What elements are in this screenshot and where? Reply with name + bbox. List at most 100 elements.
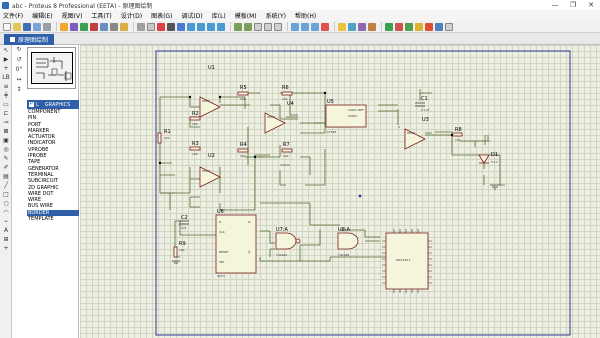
line-icon[interactable]: ╱ bbox=[2, 182, 10, 189]
schematic-canvas[interactable]: U1 OP07 U2 OP07 U3 OP07 U4 OP07 U5 LF398… bbox=[80, 45, 600, 338]
subcircuit-icon[interactable]: ▭ bbox=[2, 101, 10, 108]
undo-icon[interactable] bbox=[234, 22, 242, 31]
menu-debug[interactable]: 调试(D) bbox=[181, 11, 202, 20]
tab-schematic-capture[interactable]: 原理图绘制 bbox=[4, 34, 55, 45]
origin-icon[interactable] bbox=[157, 22, 165, 31]
generator-icon[interactable]: ◎ bbox=[2, 146, 10, 153]
path-icon[interactable]: ⌁ bbox=[2, 218, 10, 225]
packaging-tool-icon[interactable] bbox=[358, 22, 366, 31]
3d-view-icon[interactable] bbox=[90, 22, 98, 31]
overview-window[interactable] bbox=[27, 47, 76, 89]
current-probe-icon[interactable]: ✐ bbox=[2, 164, 10, 171]
c1-capacitor[interactable] bbox=[415, 102, 425, 107]
netlist-icon[interactable] bbox=[435, 22, 443, 31]
new-sheet-icon[interactable] bbox=[415, 22, 423, 31]
zoom-all-icon[interactable] bbox=[207, 22, 215, 31]
open-folder-icon[interactable] bbox=[13, 22, 21, 31]
buses-icon[interactable]: ╪ bbox=[2, 92, 10, 99]
text-script-icon[interactable]: ≡ bbox=[2, 83, 10, 90]
pick-button[interactable]: P bbox=[29, 102, 34, 107]
design-explorer-icon[interactable] bbox=[445, 22, 453, 31]
device-pins-icon[interactable]: ⊸ bbox=[2, 119, 10, 126]
redo-icon[interactable] bbox=[244, 22, 252, 31]
pick-device-icon[interactable] bbox=[338, 22, 346, 31]
terminals-icon[interactable]: ⊏ bbox=[2, 110, 10, 117]
library-button[interactable]: L bbox=[36, 102, 39, 108]
source-code-icon[interactable] bbox=[120, 22, 128, 31]
symbol-icon[interactable]: ⊞ bbox=[2, 236, 10, 243]
save-icon[interactable] bbox=[23, 22, 31, 31]
pan-icon[interactable] bbox=[177, 22, 185, 31]
r5-resistor[interactable] bbox=[237, 91, 249, 96]
block-move-icon[interactable] bbox=[301, 22, 309, 31]
search-tag-icon[interactable] bbox=[395, 22, 403, 31]
component-mode-icon[interactable]: ▶ bbox=[2, 56, 10, 63]
home-icon[interactable] bbox=[60, 22, 68, 31]
block-copy-icon[interactable] bbox=[291, 22, 299, 31]
zoom-out-icon[interactable] bbox=[197, 22, 205, 31]
c2-capacitor[interactable] bbox=[179, 220, 189, 225]
paste-icon[interactable] bbox=[274, 22, 282, 31]
u7-nand-gate[interactable] bbox=[275, 232, 297, 250]
make-device-icon[interactable] bbox=[348, 22, 356, 31]
r7-resistor[interactable] bbox=[281, 148, 293, 153]
maximize-button[interactable]: ❐ bbox=[564, 0, 582, 10]
close-project-icon[interactable] bbox=[43, 22, 51, 31]
property-assignment-icon[interactable] bbox=[405, 22, 413, 31]
virtual-instruments-icon[interactable]: ▤ bbox=[2, 173, 10, 180]
mirror-horizontal-icon[interactable]: ↔ bbox=[13, 76, 25, 84]
voltage-probe-icon[interactable]: ✎ bbox=[2, 155, 10, 162]
r6-resistor[interactable] bbox=[281, 91, 293, 96]
close-button[interactable]: ✕ bbox=[582, 0, 600, 10]
rotation-value[interactable]: 0° bbox=[13, 66, 25, 74]
wire-label-icon[interactable]: LB bbox=[2, 74, 10, 81]
menu-help[interactable]: 帮助(H) bbox=[295, 11, 316, 20]
box-icon[interactable]: □ bbox=[2, 191, 10, 198]
list-item[interactable]: TEMPLATE bbox=[27, 216, 79, 222]
menu-system[interactable]: 系统(Y) bbox=[266, 11, 286, 20]
rotate-clockwise-icon[interactable]: ↻ bbox=[13, 46, 25, 54]
menu-file[interactable]: 文件(F) bbox=[3, 11, 23, 20]
u8-and-gate[interactable] bbox=[337, 232, 359, 250]
tape-recorder-icon[interactable]: ▣ bbox=[2, 137, 10, 144]
new-file-icon[interactable] bbox=[3, 22, 11, 31]
graph-icon[interactable]: ⊠ bbox=[2, 128, 10, 135]
r4-resistor[interactable] bbox=[237, 148, 249, 153]
remove-sheet-icon[interactable] bbox=[425, 22, 433, 31]
circle-icon[interactable]: ○ bbox=[2, 200, 10, 207]
text-icon[interactable]: A bbox=[2, 227, 10, 234]
r2-resistor[interactable] bbox=[189, 116, 201, 121]
schematic-icon[interactable] bbox=[70, 22, 78, 31]
menu-template[interactable]: 模板(M) bbox=[235, 11, 257, 20]
menu-library[interactable]: 库(L) bbox=[212, 11, 226, 20]
d1-zener[interactable] bbox=[478, 154, 490, 164]
menu-graph[interactable]: 图表(G) bbox=[151, 11, 172, 20]
marker-icon[interactable]: + bbox=[2, 245, 10, 252]
zoom-area-icon[interactable] bbox=[217, 22, 225, 31]
block-rotate-icon[interactable] bbox=[311, 22, 319, 31]
import-icon[interactable] bbox=[33, 22, 41, 31]
gerber-icon[interactable] bbox=[100, 22, 108, 31]
cut-icon[interactable] bbox=[254, 22, 262, 31]
menu-design[interactable]: 设计(D) bbox=[121, 11, 142, 20]
r8-resistor[interactable] bbox=[451, 132, 463, 137]
menu-edit[interactable]: 编辑(E) bbox=[32, 11, 52, 20]
bom-icon[interactable] bbox=[110, 22, 118, 31]
minimize-button[interactable]: — bbox=[546, 0, 564, 10]
grid-icon[interactable] bbox=[147, 22, 155, 31]
arc-icon[interactable]: ◠ bbox=[2, 209, 10, 216]
r9-resistor[interactable] bbox=[173, 246, 178, 258]
refresh-icon[interactable] bbox=[137, 22, 145, 31]
r1-resistor[interactable] bbox=[157, 132, 162, 144]
junction-dot-icon[interactable]: + bbox=[2, 65, 10, 72]
pcb-icon[interactable] bbox=[80, 22, 88, 31]
menu-view[interactable]: 视图(V) bbox=[62, 11, 83, 20]
copy-icon[interactable] bbox=[264, 22, 272, 31]
menu-tools[interactable]: 工具(T) bbox=[91, 11, 111, 20]
mirror-vertical-icon[interactable]: ↕ bbox=[13, 86, 25, 94]
r3-resistor[interactable] bbox=[189, 146, 201, 151]
selection-mode-icon[interactable]: ↖ bbox=[2, 47, 10, 54]
wire-autorouter-icon[interactable] bbox=[385, 22, 393, 31]
block-delete-icon[interactable] bbox=[321, 22, 329, 31]
cross-cursor-icon[interactable] bbox=[167, 22, 175, 31]
